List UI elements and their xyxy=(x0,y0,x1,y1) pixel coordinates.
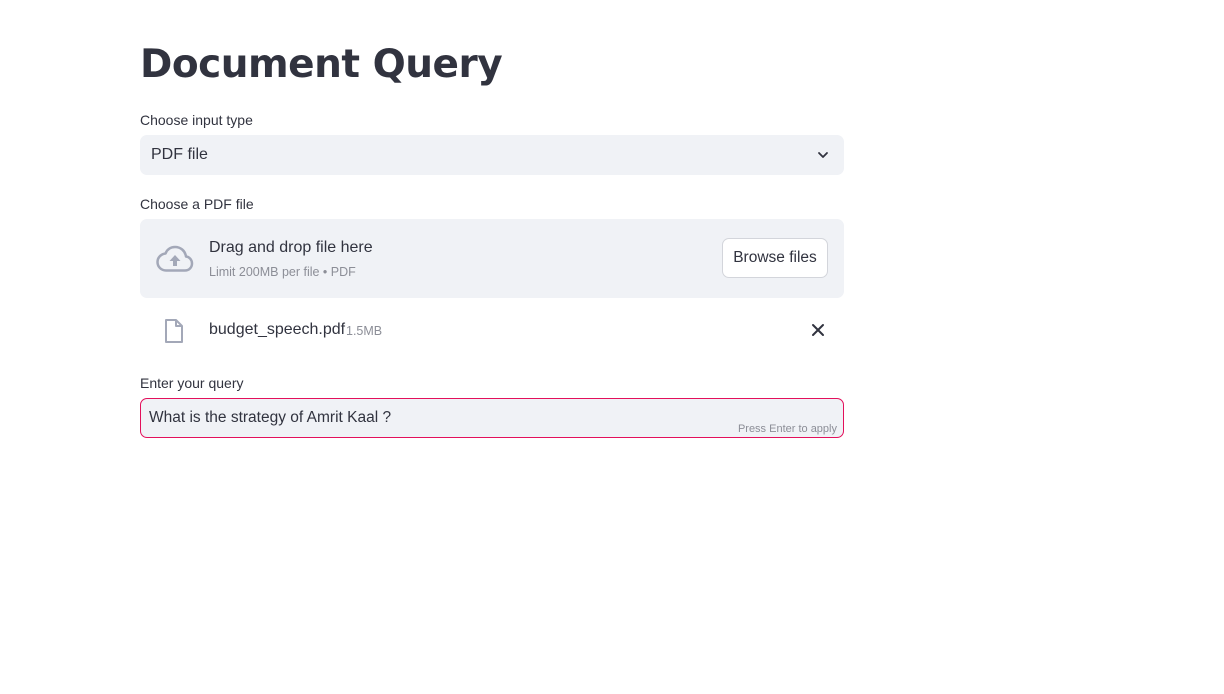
browse-files-button[interactable]: Browse files xyxy=(722,238,828,278)
input-type-select[interactable]: PDF file xyxy=(140,135,844,175)
press-enter-hint: Press Enter to apply xyxy=(737,423,837,435)
dropzone-instruction: Drag and drop file here xyxy=(209,239,373,256)
query-input-container: Press Enter to apply xyxy=(140,398,844,438)
file-dropzone[interactable]: Drag and drop file here Limit 200MB per … xyxy=(140,219,844,298)
file-icon xyxy=(165,319,183,343)
chevron-down-icon xyxy=(818,152,828,158)
cloud-upload-icon xyxy=(156,245,194,272)
uploaded-file-size: 1.5MB xyxy=(346,324,383,338)
query-input[interactable] xyxy=(149,408,729,428)
uploaded-file-item: budget_speech.pdf 1.5MB xyxy=(140,312,844,348)
page-title: Document Query xyxy=(140,42,503,87)
file-uploader-label: Choose a PDF file xyxy=(140,196,254,212)
uploaded-file-name: budget_speech.pdf xyxy=(209,321,346,338)
dropzone-limit-text: Limit 200MB per file • PDF xyxy=(209,265,356,279)
query-label: Enter your query xyxy=(140,375,244,391)
input-type-selected-value: PDF file xyxy=(151,146,208,163)
close-icon[interactable] xyxy=(810,322,826,338)
input-type-label: Choose input type xyxy=(140,112,253,128)
